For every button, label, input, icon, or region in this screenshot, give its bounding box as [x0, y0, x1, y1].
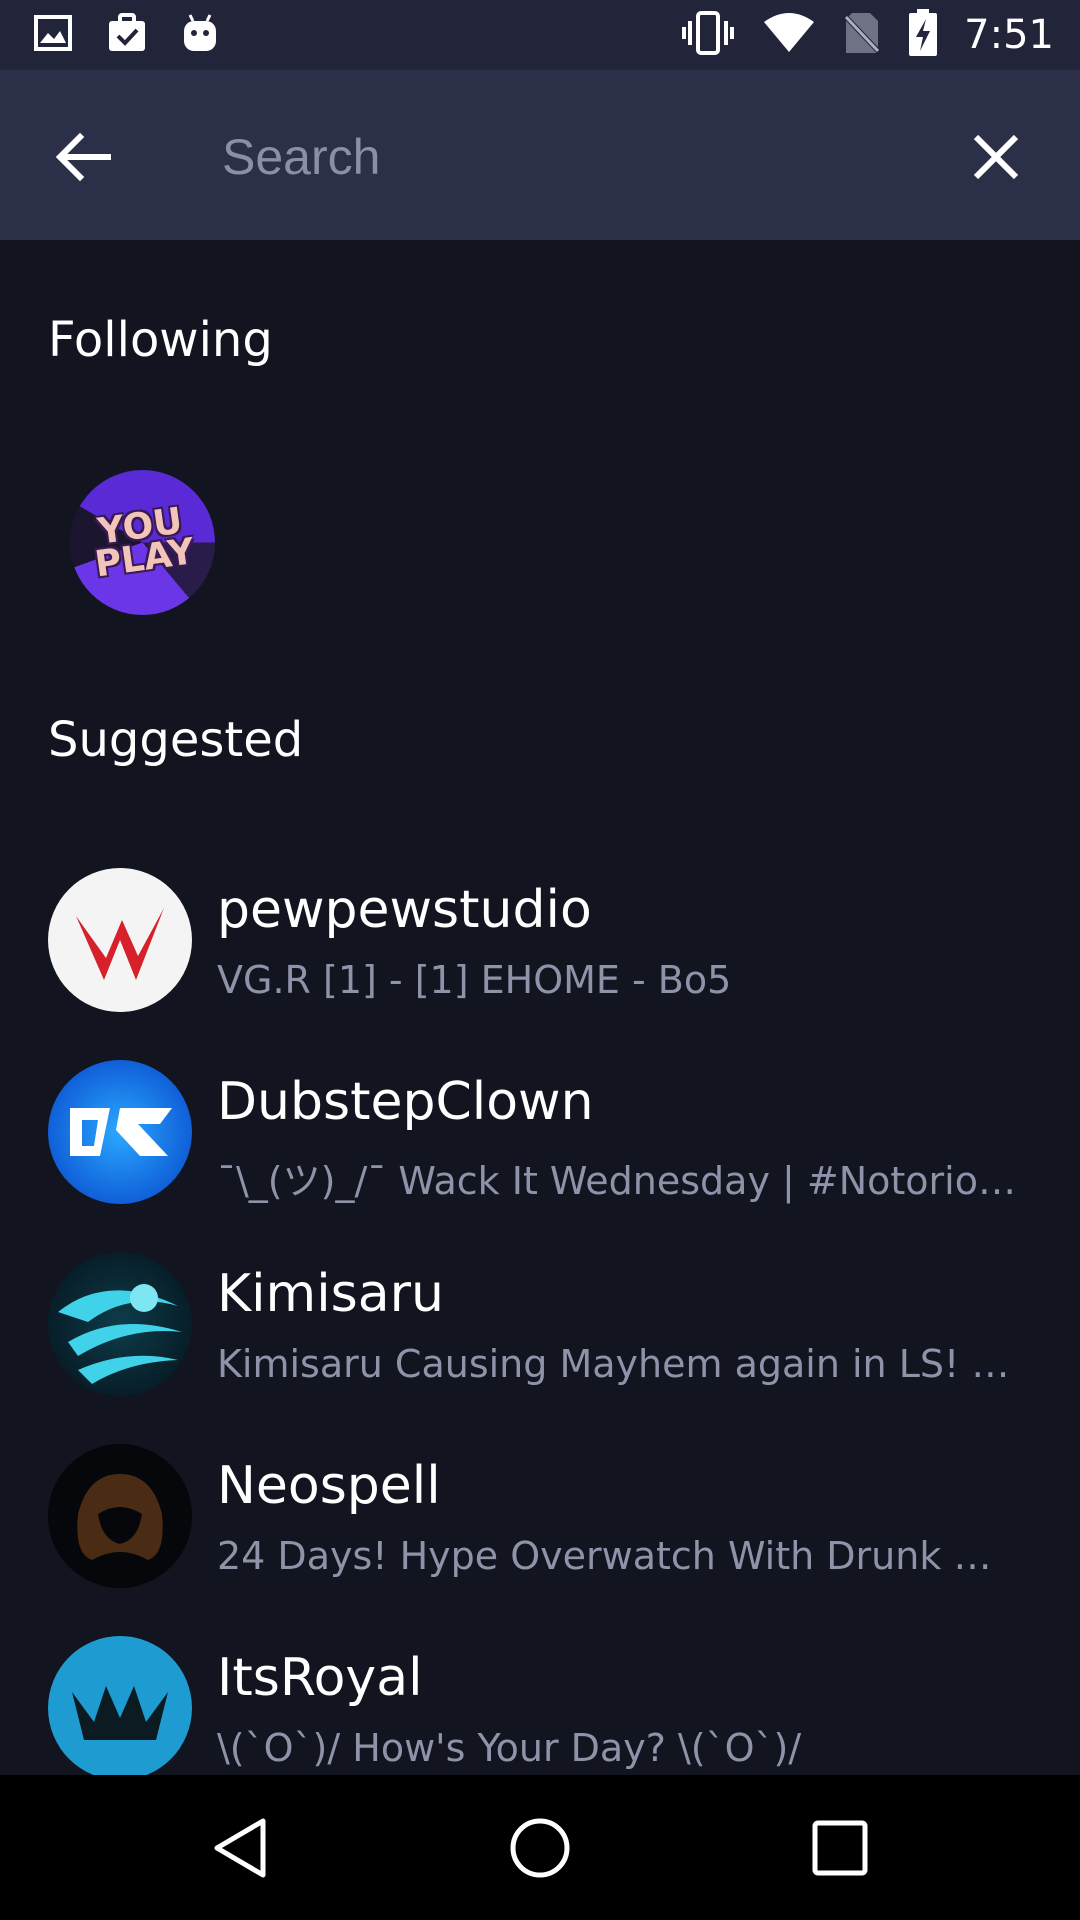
- list-item[interactable]: DubstepClown ¯\_(ツ)_/¯ Wack It Wednesday…: [0, 1052, 1080, 1244]
- status-bar: 7:51: [0, 0, 1080, 70]
- nav-recents-button[interactable]: [805, 1813, 875, 1883]
- list-item[interactable]: pewpewstudio VG.R [1] - [1] EHOME - Bo5: [0, 860, 1080, 1052]
- close-icon: [973, 134, 1019, 180]
- avatar: [48, 1636, 192, 1775]
- stream-title: VG.R [1] - [1] EHOME - Bo5: [217, 958, 732, 1002]
- stream-title: \(`O`)/ How's Your Day? \(`O`)/: [217, 1726, 802, 1770]
- stream-title: Kimisaru Causing Mayhem again in LS! /..…: [217, 1342, 1017, 1386]
- channel-name: Kimisaru: [217, 1264, 444, 1324]
- avatar: [48, 1252, 192, 1396]
- channel-name: DubstepClown: [217, 1072, 594, 1132]
- you-play-logo: YOU PLAY: [92, 499, 197, 586]
- stream-title: ¯\_(ツ)_/¯ Wack It Wednesday | #Notorious: [217, 1159, 1017, 1203]
- suggested-list: pewpewstudio VG.R [1] - [1] EHOME - Bo5 …: [0, 860, 1080, 1775]
- square-recents-icon: [812, 1820, 868, 1876]
- battery-charging-icon: [908, 8, 938, 62]
- arrow-left-icon: [55, 132, 111, 182]
- channel-name: Neospell: [217, 1456, 441, 1516]
- status-time: 7:51: [964, 12, 1054, 58]
- search-input[interactable]: [210, 122, 930, 192]
- list-item[interactable]: Neospell 24 Days! Hype Overwatch With Dr…: [0, 1436, 1080, 1628]
- following-section-title: Following: [48, 312, 273, 368]
- nav-back-button[interactable]: [205, 1813, 275, 1883]
- back-button[interactable]: [52, 125, 116, 189]
- status-right-icons: 7:51: [680, 8, 1054, 62]
- following-channel-avatar[interactable]: YOU PLAY: [70, 470, 215, 615]
- system-navigation-bar: [0, 1775, 1080, 1920]
- nav-home-button[interactable]: [505, 1813, 575, 1883]
- avatar: [48, 1444, 192, 1588]
- clear-search-button[interactable]: [964, 125, 1028, 189]
- status-left-icons: [34, 12, 218, 58]
- list-item[interactable]: Kimisaru Kimisaru Causing Mayhem again i…: [0, 1244, 1080, 1436]
- search-toolbar: [0, 70, 1080, 240]
- channel-name: pewpewstudio: [217, 880, 592, 940]
- avatar: [48, 1060, 192, 1204]
- list-item[interactable]: ItsRoyal \(`O`)/ How's Your Day? \(`O`)/: [0, 1628, 1080, 1775]
- avatar: [48, 868, 192, 1012]
- channel-name: ItsRoyal: [217, 1648, 423, 1708]
- vibrate-icon: [680, 10, 736, 60]
- wifi-icon: [762, 12, 816, 59]
- suggested-section-title: Suggested: [48, 712, 304, 768]
- triangle-back-icon: [214, 1818, 266, 1878]
- image-icon: [34, 14, 72, 56]
- no-sim-icon: [842, 11, 882, 60]
- stream-title: 24 Days! Hype Overwatch With Drunk Chat: [217, 1534, 1017, 1578]
- clipboard-check-icon: [106, 12, 148, 58]
- android-icon: [182, 13, 218, 58]
- circle-home-icon: [510, 1818, 570, 1878]
